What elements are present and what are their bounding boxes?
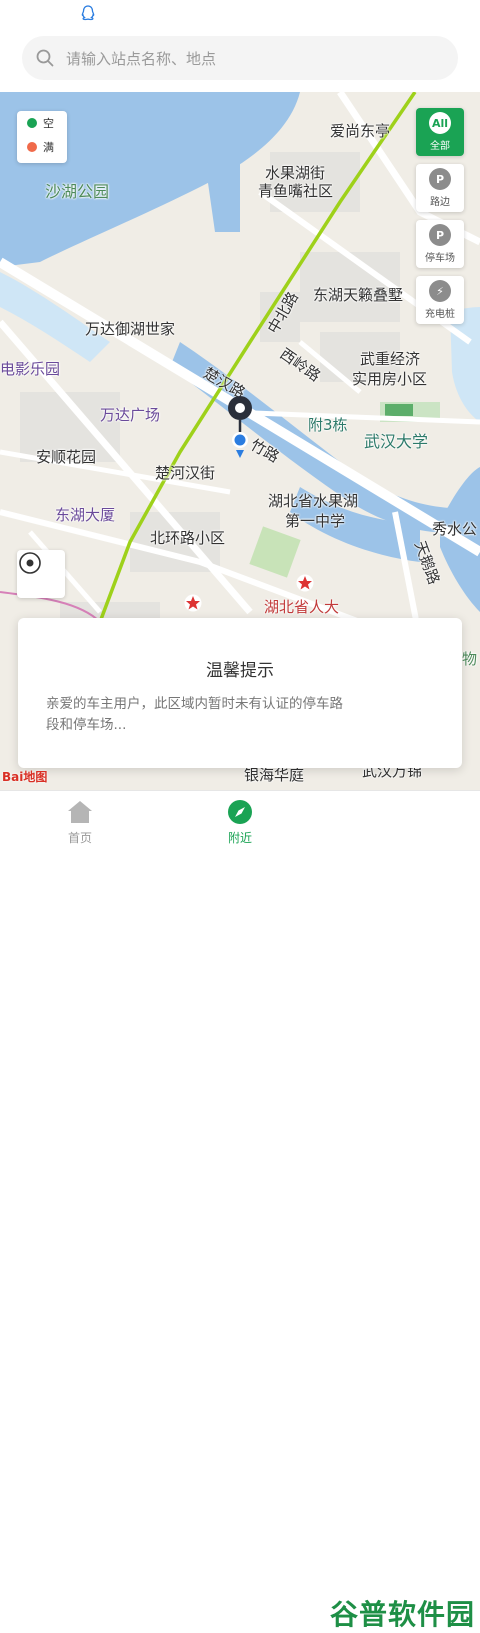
parking-lot-icon: P xyxy=(429,224,451,246)
dialog-title: 温馨提示 xyxy=(206,661,274,681)
filter-roadside-button[interactable]: P 路边 xyxy=(416,164,464,212)
poi-label: 青鱼嘴社区 xyxy=(258,182,334,200)
bottom-tab-bar: 首页 附近 谷普软件园 xyxy=(0,790,480,1631)
filter-charging-button[interactable]: ⚡ 充电桩 xyxy=(416,276,464,324)
poi-label: 物 xyxy=(462,650,478,668)
charging-icon: ⚡ xyxy=(429,280,451,302)
filter-panel: All 全部 P 路边 P 停车场 ⚡ 充电桩 xyxy=(416,108,464,332)
map-view[interactable]: 爱尚东亭 水果湖街 青鱼嘴社区 沙湖公园 东湖天籁叠墅 万达御湖世家 电影乐园 … xyxy=(0,92,480,790)
filter-label: 全部 xyxy=(430,141,450,152)
government-icon xyxy=(296,574,314,592)
poi-label: 万达御湖世家 xyxy=(85,320,176,338)
home-icon xyxy=(68,801,92,823)
government-icon xyxy=(184,594,202,612)
legend-label: 满 xyxy=(43,141,54,154)
notice-dialog: 温馨提示 亲爱的车主用户，此区域内暂时未有认证的停车路段和停车场... xyxy=(18,618,462,768)
legend-label: 空 xyxy=(43,117,54,130)
poi-label: 附3栋 xyxy=(308,416,348,434)
location-pin-icon[interactable] xyxy=(226,394,254,464)
poi-label: 实用房小区 xyxy=(352,370,428,388)
search-icon xyxy=(36,49,54,67)
poi-label: 北环路小区 xyxy=(150,529,226,547)
filter-label: 停车场 xyxy=(425,253,455,264)
poi-label: 武汉大学 xyxy=(364,432,429,451)
tab-nearby[interactable]: 附近 xyxy=(180,791,300,854)
status-legend: 空 满 xyxy=(17,111,67,163)
tab-label: 附近 xyxy=(227,831,252,845)
park-label: 沙湖公园 xyxy=(45,182,110,201)
filter-parking-lot-button[interactable]: P 停车场 xyxy=(416,220,464,268)
tab-home[interactable]: 首页 xyxy=(20,791,140,854)
qq-icon xyxy=(81,5,95,21)
dialog-message: 亲爱的车主用户，此区域内暂时未有认证的停车路段和停车场... xyxy=(46,696,343,733)
legend-dot xyxy=(27,142,37,152)
crosshair-icon xyxy=(19,552,41,574)
baidu-map-logo: Bai地图 xyxy=(2,770,48,784)
poi-label: 秀水公 xyxy=(432,520,478,538)
poi-label: 安顺花园 xyxy=(36,448,97,466)
tab-label: 首页 xyxy=(67,831,92,845)
poi-label: 电影乐园 xyxy=(0,360,61,378)
poi-label: 第一中学 xyxy=(285,512,346,530)
parking-icon: P xyxy=(429,168,451,190)
poi-label: 湖北省人大 xyxy=(264,598,340,616)
status-bar xyxy=(0,0,480,30)
legend-item-full: 满 xyxy=(17,135,67,159)
poi-label: 东湖天籁叠墅 xyxy=(313,286,404,304)
search-input[interactable]: 请输入站点名称、地点 xyxy=(22,36,458,80)
poi-label: 武重经济 xyxy=(360,350,421,368)
compass-icon xyxy=(228,800,252,824)
filter-all-button[interactable]: All 全部 xyxy=(416,108,464,156)
search-bar-area: 请输入站点名称、地点 xyxy=(0,30,480,92)
poi-label: 万达广场 xyxy=(100,406,161,424)
all-icon: All xyxy=(429,112,451,134)
legend-dot xyxy=(27,118,37,128)
legend-item-empty: 空 xyxy=(17,111,67,135)
poi-label: 楚河汉街 xyxy=(155,464,216,482)
watermark-logo: 谷普软件园 xyxy=(330,1598,476,1631)
filter-label: 路边 xyxy=(430,197,450,208)
search-placeholder: 请输入站点名称、地点 xyxy=(66,49,217,68)
poi-label: 湖北省水果湖 xyxy=(268,492,359,510)
poi-label: 东湖大厦 xyxy=(55,506,116,524)
filter-label: 充电桩 xyxy=(425,309,455,320)
locate-button[interactable] xyxy=(17,550,65,598)
poi-label: 爱尚东亭 xyxy=(330,122,391,140)
